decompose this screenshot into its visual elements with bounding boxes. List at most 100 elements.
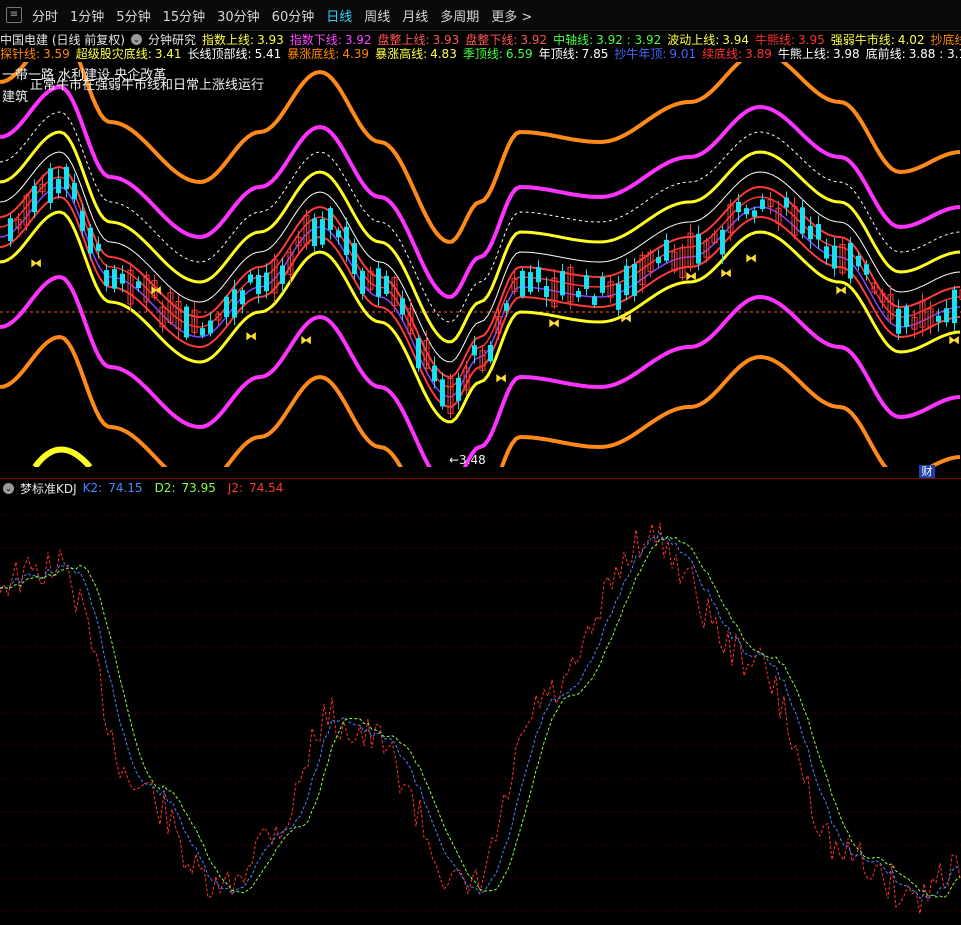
candle-down (904, 306, 909, 327)
period-tab[interactable]: 更多 > (485, 6, 538, 25)
kdj-j: J2: 74.54 (228, 481, 290, 495)
period-tab[interactable]: 5分钟 (110, 6, 156, 25)
kdj-d-label: D2: (154, 481, 176, 495)
indicator-label: 年顶线: (538, 47, 579, 61)
candle-down (816, 223, 821, 240)
kdj-k: K2: 74.15 (83, 481, 149, 495)
indicator-label: 超级股灾底线: (75, 47, 152, 61)
butterfly-icon: ⧓ (245, 329, 257, 343)
indicator-label: 底前线: (865, 47, 906, 61)
kdj-k-label: K2: (82, 481, 103, 495)
candle-down (856, 255, 861, 267)
candle-down (808, 225, 813, 240)
candle-down (96, 243, 101, 252)
candle-down (208, 320, 213, 334)
candle-down (632, 263, 637, 296)
period-tab[interactable]: 多周期 (434, 6, 485, 25)
candle-down (80, 210, 85, 231)
period-toolbar: ≡ 分时 1分钟 5分钟 15分钟 30分钟 60分钟 日线 周线 月线 多周期 更多 > (0, 0, 961, 31)
candle-down (576, 290, 581, 298)
indicator-item: 年顶线: 7.85 (539, 45, 609, 62)
kdj-k-line (0, 532, 961, 900)
indicator-value: 6.59 (505, 47, 533, 61)
kdj-j-label: J2: (227, 481, 244, 495)
period-tab[interactable]: 60分钟 (266, 6, 321, 25)
price-chart[interactable]: ⧓ ⧓ ⧓ ⧓ ⧓ ⧓ ⧓ ⧓ ⧓ ⧓ ⧓ ⧓ (0, 62, 961, 467)
candle-down (88, 227, 93, 254)
indicator-item: 暴涨高线: 4.83 (375, 45, 457, 62)
butterfly-icon: ⧓ (720, 266, 732, 280)
candle-down (320, 218, 325, 245)
indicator-value: 3.88 : 3.10 (908, 47, 961, 61)
butterfly-icon: ⧓ (745, 251, 757, 265)
pane-divider[interactable] (0, 478, 961, 479)
indicator-value: 4.39 (342, 47, 370, 61)
candle-down (32, 186, 37, 213)
candle-down (280, 265, 285, 284)
candle-down (360, 270, 365, 294)
period-tab[interactable]: 月线 (396, 6, 434, 25)
candle-down (600, 277, 605, 293)
period-tab[interactable]: 日线 (320, 6, 358, 25)
kdj-k-value: 74.15 (108, 481, 143, 495)
kdj-name[interactable]: 梦标准KDJ (20, 480, 77, 497)
chevron-down-icon[interactable]: ⌄ (3, 482, 14, 494)
candle-down (120, 273, 125, 284)
candle-down (504, 303, 509, 311)
indicator-value: 3.98 (832, 47, 860, 61)
candle-down (456, 377, 461, 401)
candle-down (528, 272, 533, 292)
candle-down (240, 290, 245, 305)
candle-down (416, 338, 421, 369)
candle-down (56, 178, 61, 194)
candle-down (832, 245, 837, 269)
kdj-chart[interactable] (0, 497, 961, 925)
indicator-value: 4.83 (430, 47, 457, 61)
indicator-item: 超级股灾底线: 3.41 (76, 45, 182, 62)
candle-down (744, 208, 749, 215)
indicator-item: 抄牛年顶: 9.01 (614, 45, 696, 62)
period-tab[interactable]: 周线 (358, 6, 396, 25)
candle-down (760, 199, 765, 210)
indicator-item: 续底线: 3.89 (702, 45, 772, 62)
candle-down (256, 274, 261, 295)
butterfly-icon: ⧓ (948, 333, 960, 347)
candle-down (896, 308, 901, 334)
candle-down (64, 166, 69, 190)
menu-icon[interactable]: ≡ (6, 7, 22, 23)
candle-down (800, 207, 805, 234)
period-tab[interactable]: 15分钟 (157, 6, 212, 25)
candle-down (384, 275, 389, 294)
indicator-value: 9.01 (669, 47, 697, 61)
candle-down (344, 226, 349, 255)
candle-down (560, 270, 565, 296)
annotation-sector: 建筑 (2, 90, 29, 105)
candle-down (864, 264, 869, 275)
candle-down (488, 344, 493, 362)
indicator-label: 牛熊上线: (777, 47, 830, 61)
candle-down (312, 218, 317, 247)
indicator-item: 牛熊上线: 3.98 (778, 45, 860, 62)
indicator-item: 长线顶部线: 5.41 (188, 45, 282, 62)
candle-down (584, 275, 589, 290)
period-tab[interactable]: 30分钟 (211, 6, 266, 25)
candle-down (328, 208, 333, 230)
candle-down (248, 274, 253, 283)
period-tab[interactable]: 分时 (26, 6, 64, 25)
indicator-label: 探针线: (0, 47, 41, 61)
finance-badge[interactable]: 财 (919, 465, 935, 479)
candle-down (112, 269, 117, 289)
indicator-label: 季顶线: (462, 47, 503, 61)
candle-down (848, 242, 853, 279)
yellow-lower-band (0, 210, 961, 424)
annotation-note: 正常牛市在强弱牛市线和日常上涨线运行 (30, 78, 265, 93)
butterfly-icon: ⧓ (685, 269, 697, 283)
candle-down (592, 296, 597, 305)
indicator-item: 底前线:3.88 : 3.10 (866, 45, 961, 62)
candle-down (224, 296, 229, 318)
candle-down (784, 197, 789, 208)
indicator-label: 抄牛年顶: (614, 47, 667, 61)
period-tab[interactable]: 1分钟 (64, 6, 110, 25)
candle-down (624, 265, 629, 296)
candle-down (440, 379, 445, 407)
